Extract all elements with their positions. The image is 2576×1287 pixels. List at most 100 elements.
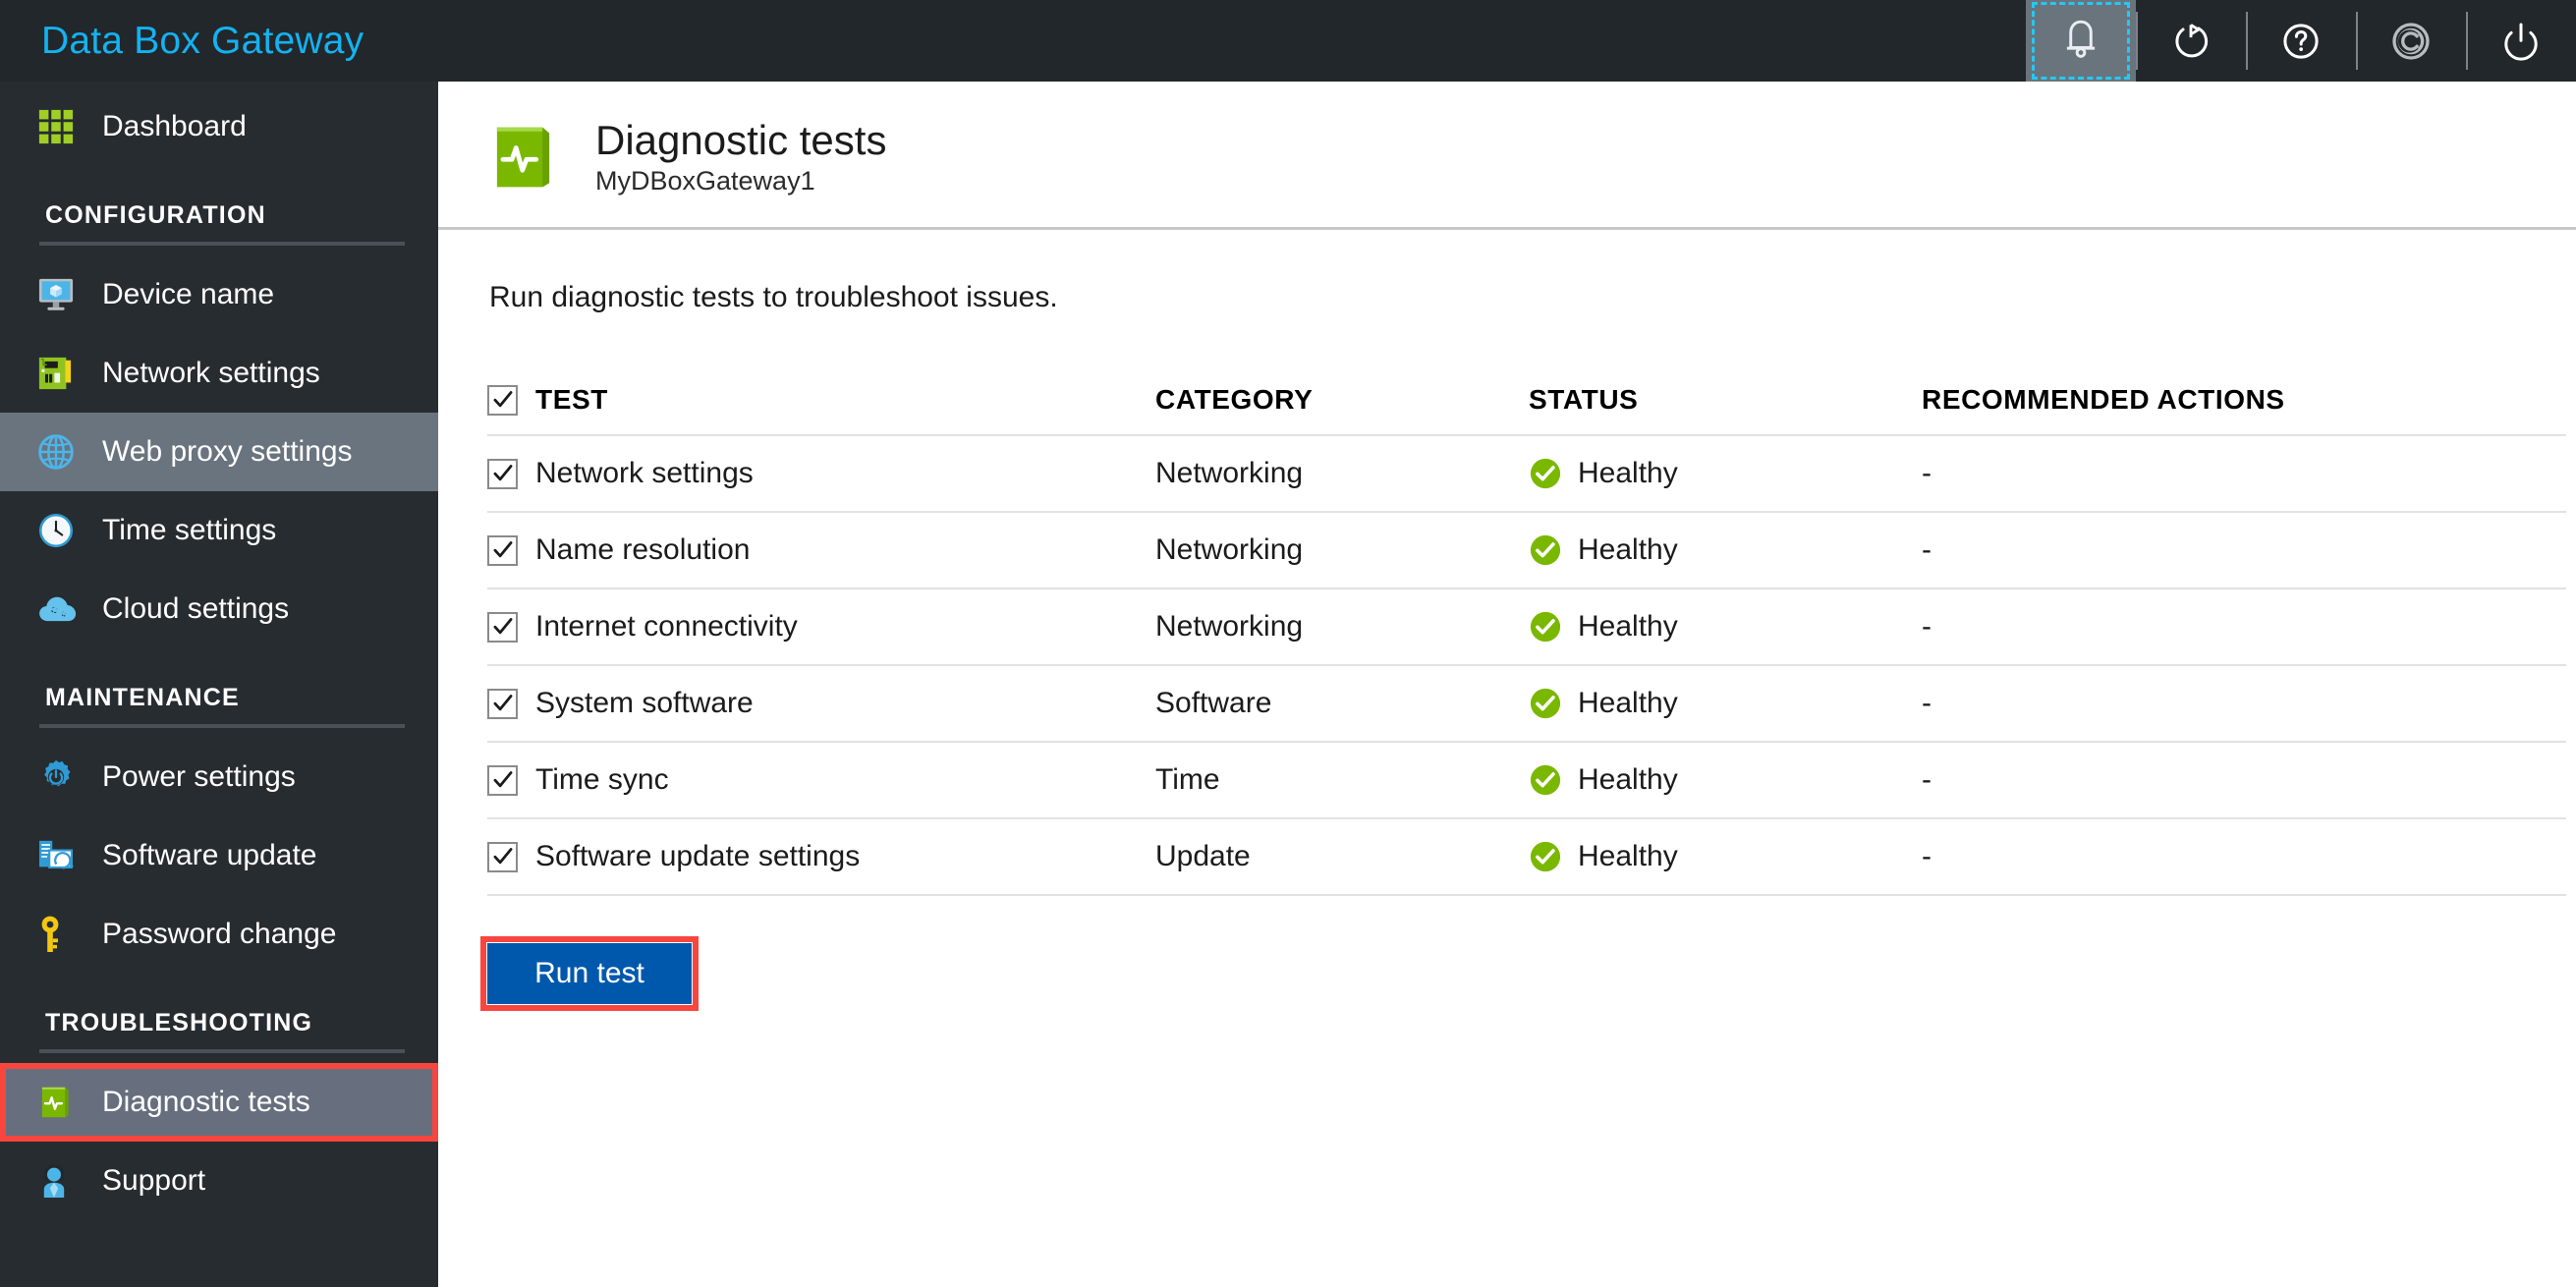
recommended-actions-cell: - bbox=[1922, 763, 2566, 797]
sidebar-item-support[interactable]: Support bbox=[0, 1142, 438, 1220]
status-cell: Healthy bbox=[1529, 533, 1922, 567]
row-divider bbox=[487, 894, 2566, 896]
section-divider bbox=[39, 242, 405, 246]
sidebar-item-cloud-settings[interactable]: Cloud settings bbox=[0, 570, 438, 648]
row-checkbox[interactable] bbox=[487, 612, 518, 643]
sidebar-item-label: Support bbox=[92, 1164, 205, 1198]
table-row[interactable]: Network settingsNetworkingHealthy- bbox=[487, 436, 2566, 511]
network-card-icon bbox=[37, 355, 92, 392]
column-header-test: TEST bbox=[535, 384, 608, 416]
check-circle-icon bbox=[1529, 457, 1562, 490]
table-row[interactable]: Name resolutionNetworkingHealthy- bbox=[487, 513, 2566, 588]
diagnostic-book-icon bbox=[37, 1084, 92, 1121]
support-person-icon bbox=[37, 1162, 92, 1200]
page-header: Diagnostic tests MyDBoxGateway1 bbox=[438, 82, 2576, 199]
table-row[interactable]: Internet connectivityNetworkingHealthy- bbox=[487, 589, 2566, 664]
sidebar-item-label: Device name bbox=[92, 278, 274, 311]
body-split: Dashboard CONFIGURATION D bbox=[0, 82, 2576, 1287]
recommended-actions-cell: - bbox=[1922, 687, 2566, 720]
table-row[interactable]: Time syncTimeHealthy- bbox=[487, 743, 2566, 817]
status-label: Healthy bbox=[1578, 687, 1678, 720]
test-name: Internet connectivity bbox=[535, 610, 798, 644]
refresh-icon-button[interactable] bbox=[2136, 0, 2246, 82]
category-cell: Time bbox=[1155, 763, 1529, 797]
category-cell: Networking bbox=[1155, 610, 1529, 644]
check-icon bbox=[492, 463, 514, 484]
check-circle-icon bbox=[1529, 763, 1562, 797]
test-name-cell: Software update settings bbox=[487, 840, 1155, 873]
gear-power-icon bbox=[37, 758, 92, 796]
test-name: System software bbox=[535, 687, 754, 720]
sidebar-item-label: Software update bbox=[92, 839, 316, 872]
status-cell: Healthy bbox=[1529, 840, 1922, 873]
sidebar-item-diagnostic-tests-wrapper: Diagnostic tests bbox=[0, 1063, 438, 1142]
select-all-cell: TEST bbox=[487, 384, 1155, 416]
page-header-titles: Diagnostic tests MyDBoxGateway1 bbox=[562, 118, 886, 196]
sidebar-section-troubleshooting-heading: TROUBLESHOOTING bbox=[0, 974, 438, 1049]
category-cell: Software bbox=[1155, 687, 1529, 720]
check-circle-icon bbox=[1529, 610, 1562, 644]
check-icon bbox=[492, 846, 514, 867]
sidebar-item-device-name[interactable]: Device name bbox=[0, 255, 438, 334]
feedback-copyright-icon bbox=[2388, 18, 2434, 65]
sidebar-item-label: Password change bbox=[92, 918, 336, 951]
main-content: Diagnostic tests MyDBoxGateway1 Run diag… bbox=[438, 82, 2576, 1287]
test-name: Network settings bbox=[535, 457, 754, 490]
run-test-button[interactable]: Run test bbox=[487, 943, 692, 1004]
key-icon bbox=[37, 915, 92, 954]
section-divider bbox=[39, 1049, 405, 1053]
row-checkbox[interactable] bbox=[487, 765, 518, 796]
sidebar-item-password-change[interactable]: Password change bbox=[0, 895, 438, 974]
recommended-actions-cell: - bbox=[1922, 840, 2566, 873]
column-header-status: STATUS bbox=[1529, 384, 1922, 416]
sidebar-item-label: Time settings bbox=[92, 514, 276, 547]
feedback-copyright-icon-button[interactable] bbox=[2356, 0, 2466, 82]
check-circle-icon bbox=[1529, 457, 1562, 490]
help-icon-button[interactable] bbox=[2246, 0, 2356, 82]
diagnostic-book-icon bbox=[487, 120, 562, 195]
category-cell: Networking bbox=[1155, 533, 1529, 567]
select-all-checkbox[interactable] bbox=[487, 385, 518, 416]
sidebar-item-web-proxy-settings[interactable]: Web proxy settings bbox=[0, 413, 438, 491]
table-row[interactable]: Software update settings Update Healthy - bbox=[487, 819, 2566, 894]
sidebar-item-diagnostic-tests[interactable]: Diagnostic tests bbox=[0, 1063, 438, 1142]
grid-icon bbox=[37, 108, 92, 145]
power-icon-button[interactable] bbox=[2466, 0, 2576, 82]
category-cell: Networking bbox=[1155, 457, 1529, 490]
sidebar-item-label: Cloud settings bbox=[92, 592, 289, 626]
test-name: Time sync bbox=[535, 763, 669, 797]
status-cell: Healthy bbox=[1529, 687, 1922, 720]
test-name-cell: Name resolution bbox=[487, 533, 1155, 567]
row-checkbox[interactable] bbox=[487, 459, 518, 489]
row-checkbox[interactable] bbox=[487, 842, 518, 872]
recommended-actions-cell: - bbox=[1922, 610, 2566, 644]
row-checkbox[interactable] bbox=[487, 689, 518, 719]
sidebar-item-software-update[interactable]: Software update bbox=[0, 816, 438, 895]
help-icon bbox=[2279, 19, 2323, 64]
sidebar-item-power-settings[interactable]: Power settings bbox=[0, 738, 438, 816]
check-icon bbox=[492, 693, 514, 714]
table-body: Network settingsNetworkingHealthy-Name r… bbox=[487, 436, 2566, 896]
sidebar-item-dashboard[interactable]: Dashboard bbox=[0, 87, 438, 166]
check-circle-icon bbox=[1529, 687, 1562, 720]
sidebar-item-time-settings[interactable]: Time settings bbox=[0, 491, 438, 570]
run-test-button-wrapper: Run test bbox=[487, 943, 692, 1004]
status-label: Healthy bbox=[1578, 840, 1678, 873]
diagnostic-tests-table: TEST CATEGORY STATUS RECOMMENDED ACTIONS… bbox=[487, 365, 2566, 896]
clock-icon bbox=[37, 512, 92, 549]
app-brand-title: Data Box Gateway bbox=[0, 20, 364, 63]
sidebar-item-label: Dashboard bbox=[92, 110, 247, 143]
category-cell: Update bbox=[1155, 840, 1529, 873]
section-divider bbox=[39, 724, 405, 728]
table-header-row: TEST CATEGORY STATUS RECOMMENDED ACTIONS bbox=[487, 365, 2566, 434]
check-circle-icon bbox=[1529, 533, 1562, 567]
sidebar-item-label: Diagnostic tests bbox=[92, 1086, 310, 1119]
sidebar-item-label: Network settings bbox=[92, 357, 320, 390]
test-name: Software update settings bbox=[535, 840, 860, 873]
row-checkbox[interactable] bbox=[487, 535, 518, 566]
sidebar-item-network-settings[interactable]: Network settings bbox=[0, 334, 438, 413]
check-icon bbox=[492, 389, 514, 411]
table-row[interactable]: System software Software Healthy - bbox=[487, 666, 2566, 741]
alerts-bell-icon-button[interactable] bbox=[2026, 0, 2136, 82]
top-bar: Data Box Gateway bbox=[0, 0, 2576, 82]
